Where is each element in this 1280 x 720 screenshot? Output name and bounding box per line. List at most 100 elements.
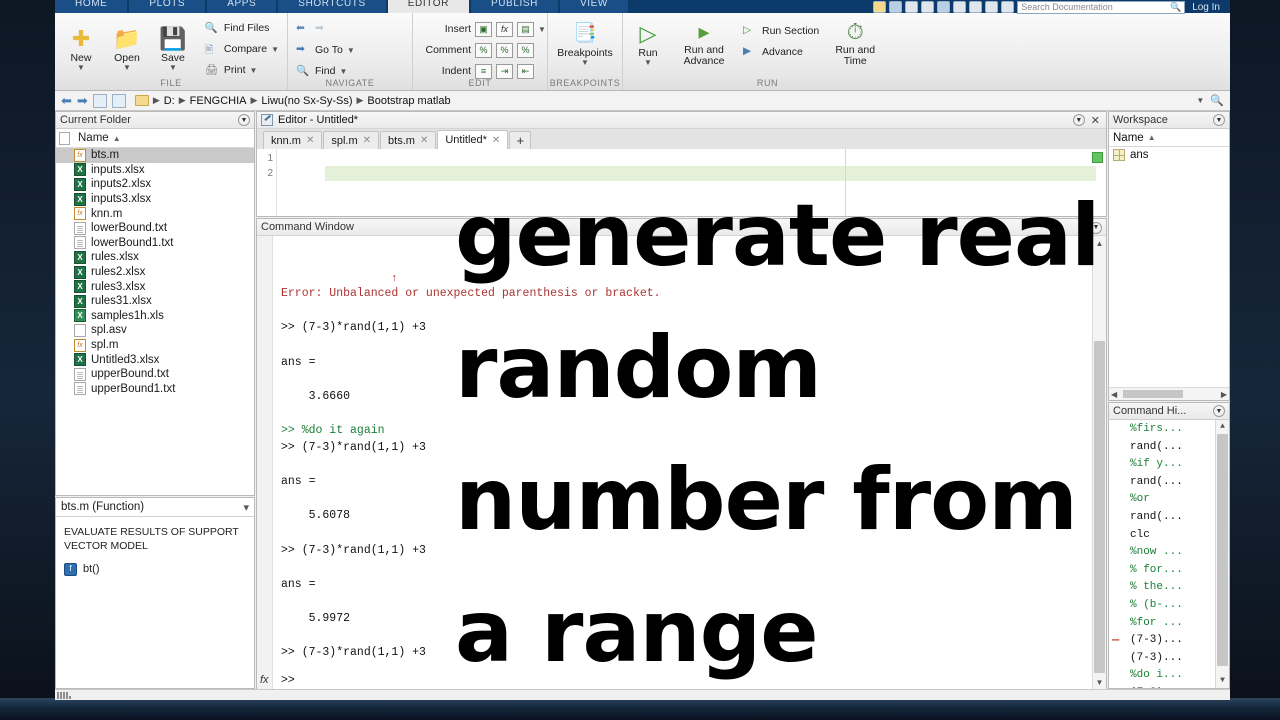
- list-item[interactable]: % the...: [1109, 579, 1229, 597]
- list-item[interactable]: rand(...: [1109, 509, 1229, 527]
- chevron-down-icon[interactable]: ▼: [347, 46, 355, 54]
- file-list[interactable]: bts.m inputs.xlsx inputs2.xlsx inputs3.x…: [56, 148, 254, 396]
- editor-tab-knn[interactable]: knn.m ✕: [263, 131, 323, 149]
- run-and-advance-button[interactable]: ▸ Run and Advance: [675, 20, 733, 67]
- list-item[interactable]: lowerBound1.txt: [56, 236, 254, 251]
- close-icon[interactable]: ✕: [1089, 114, 1102, 127]
- chevron-down-icon[interactable]: ▼: [250, 66, 258, 74]
- insert-row[interactable]: Insert ▣ fx ▤ ▼: [419, 19, 548, 39]
- toolstrip-tab-plots[interactable]: PLOTS: [129, 0, 206, 13]
- close-icon[interactable]: ✕: [363, 135, 371, 146]
- list-item[interactable]: lowerBound.txt: [56, 221, 254, 236]
- go-to-button[interactable]: ➡ Go To ▼: [294, 40, 357, 60]
- open-icon[interactable]: [889, 1, 903, 13]
- command-window-scrollbar[interactable]: ▲ ▼: [1092, 236, 1106, 689]
- breadcrumb-item-liwu[interactable]: Liwu(no Sx-Sy-Ss): [261, 95, 352, 107]
- scrollbar-thumb[interactable]: [1094, 341, 1105, 673]
- list-item[interactable]: spl.m: [56, 338, 254, 353]
- chevron-down-icon[interactable]: ▼: [1196, 96, 1204, 105]
- toolstrip-tab-apps[interactable]: APPS: [207, 0, 277, 13]
- comment-percent-icon[interactable]: %: [475, 42, 492, 58]
- list-item[interactable]: % (b-...: [1109, 597, 1229, 615]
- magnifier-icon[interactable]: 🔍: [1210, 94, 1224, 107]
- scroll-down-icon[interactable]: ▼: [1216, 674, 1229, 688]
- breadcrumb-item-drive[interactable]: D:: [164, 95, 175, 107]
- browse-folder-icon[interactable]: [985, 1, 999, 13]
- list-item[interactable]: rand(...: [1109, 439, 1229, 457]
- column-header-name[interactable]: Name: [78, 132, 109, 144]
- forward-arrow-icon[interactable]: ➡: [315, 22, 330, 37]
- paste-icon[interactable]: [937, 1, 951, 13]
- panel-menu-icon[interactable]: ▼: [1213, 405, 1225, 417]
- editor-tab-bts[interactable]: bts.m ✕: [380, 131, 437, 149]
- wrap-comment-icon[interactable]: %: [517, 42, 534, 58]
- fx-icon[interactable]: fx: [260, 674, 269, 686]
- run-section-button[interactable]: ▷ Run Section: [741, 21, 821, 41]
- workspace-hscrollbar[interactable]: ◀ ▶: [1109, 387, 1229, 400]
- toolstrip-tab-editor[interactable]: EDITOR: [387, 0, 469, 13]
- list-item[interactable]: clc: [1109, 527, 1229, 545]
- list-item[interactable]: knn.m: [56, 206, 254, 221]
- list-item[interactable]: samples1h.xls: [56, 309, 254, 324]
- scroll-left-icon[interactable]: ◀: [1111, 390, 1117, 399]
- indent-left-icon[interactable]: ⇤: [517, 63, 534, 79]
- scroll-right-icon[interactable]: ▶: [1221, 390, 1227, 399]
- editor-tab-untitled[interactable]: Untitled* ✕: [437, 130, 509, 149]
- compare-button[interactable]: 🖹 Compare ▼: [203, 39, 281, 59]
- back-arrow-icon[interactable]: ⬅: [296, 22, 311, 37]
- panel-menu-icon[interactable]: ▼: [1213, 114, 1225, 126]
- list-item[interactable]: %if y...: [1109, 456, 1229, 474]
- list-item[interactable]: 3x(7-3)...: [1109, 685, 1229, 688]
- chevron-down-icon[interactable]: ▼: [339, 67, 347, 75]
- list-item[interactable]: (7-3)...: [1109, 650, 1229, 668]
- editor-text-surface[interactable]: [277, 149, 1106, 216]
- fx-icon[interactable]: fx: [496, 21, 513, 37]
- resize-grip-icon[interactable]: [57, 691, 71, 699]
- command-history-list[interactable]: %firs... rand(... %if y... rand(... %or …: [1109, 420, 1229, 688]
- close-icon[interactable]: ✕: [492, 135, 500, 146]
- chevron-down-icon[interactable]: ▼: [538, 25, 546, 33]
- breakpoints-button[interactable]: 📑 Breakpoints ▼: [554, 22, 616, 67]
- list-item[interactable]: inputs3.xlsx: [56, 192, 254, 207]
- comment-row[interactable]: Comment % % %: [419, 40, 548, 60]
- back-forward-buttons[interactable]: ⬅ ➡: [294, 19, 357, 39]
- list-item[interactable]: spl.asv: [56, 323, 254, 338]
- indent-right-icon[interactable]: ⇥: [496, 63, 513, 79]
- list-item[interactable]: rules31.xlsx: [56, 294, 254, 309]
- chevron-down-icon[interactable]: ▾: [243, 501, 249, 514]
- browse-folder-icon[interactable]: [111, 93, 126, 108]
- close-icon[interactable]: ✕: [420, 135, 428, 146]
- scrollbar-thumb[interactable]: [1123, 390, 1183, 398]
- new-script-icon[interactable]: [873, 1, 887, 13]
- list-item[interactable]: inputs.xlsx: [56, 163, 254, 178]
- chevron-down-icon[interactable]: ▼: [123, 64, 131, 72]
- copy-icon[interactable]: [921, 1, 935, 13]
- command-history-scrollbar[interactable]: ▲ ▼: [1215, 420, 1229, 688]
- panel-menu-icon[interactable]: ▼: [1072, 114, 1085, 126]
- redo-icon[interactable]: [969, 1, 983, 13]
- uncomment-icon[interactable]: %: [496, 42, 513, 58]
- list-item[interactable]: bts.m: [56, 148, 254, 163]
- command-prompt-row[interactable]: >>: [273, 672, 1092, 689]
- scrollbar-thumb[interactable]: [1217, 434, 1228, 666]
- list-item[interactable]: upperBound1.txt: [56, 382, 254, 397]
- list-item[interactable]: Untitled3.xlsx: [56, 352, 254, 367]
- chevron-down-icon[interactable]: ▼: [169, 64, 177, 72]
- command-window-output[interactable]: ↑ Error: Unbalanced or unexpected parenth…: [273, 236, 1106, 694]
- list-item[interactable]: % for...: [1109, 562, 1229, 580]
- list-item[interactable]: inputs2.xlsx: [56, 177, 254, 192]
- toolstrip-tab-view[interactable]: VIEW: [559, 0, 628, 13]
- forward-arrow-icon[interactable]: ➡: [77, 93, 88, 109]
- list-item[interactable]: — (7-3)...: [1109, 632, 1229, 650]
- sort-ascending-icon[interactable]: ▲: [113, 134, 121, 143]
- toolstrip-tab-publish[interactable]: PUBLISH: [470, 0, 558, 13]
- panel-menu-icon[interactable]: ▼: [238, 114, 250, 126]
- list-item[interactable]: rand(...: [1109, 474, 1229, 492]
- open-button[interactable]: 📁 Open ▼: [107, 27, 147, 72]
- search-documentation-input[interactable]: Search Documentation 🔍: [1017, 0, 1186, 14]
- insert-block-icon[interactable]: ▣: [475, 21, 492, 37]
- editor-code-area[interactable]: 1 2: [257, 149, 1106, 216]
- advance-button[interactable]: ▶ Advance: [741, 42, 821, 62]
- breadcrumb-item-fengchia[interactable]: FENGCHIA: [190, 95, 247, 107]
- workspace-variable-row[interactable]: ans: [1109, 147, 1229, 161]
